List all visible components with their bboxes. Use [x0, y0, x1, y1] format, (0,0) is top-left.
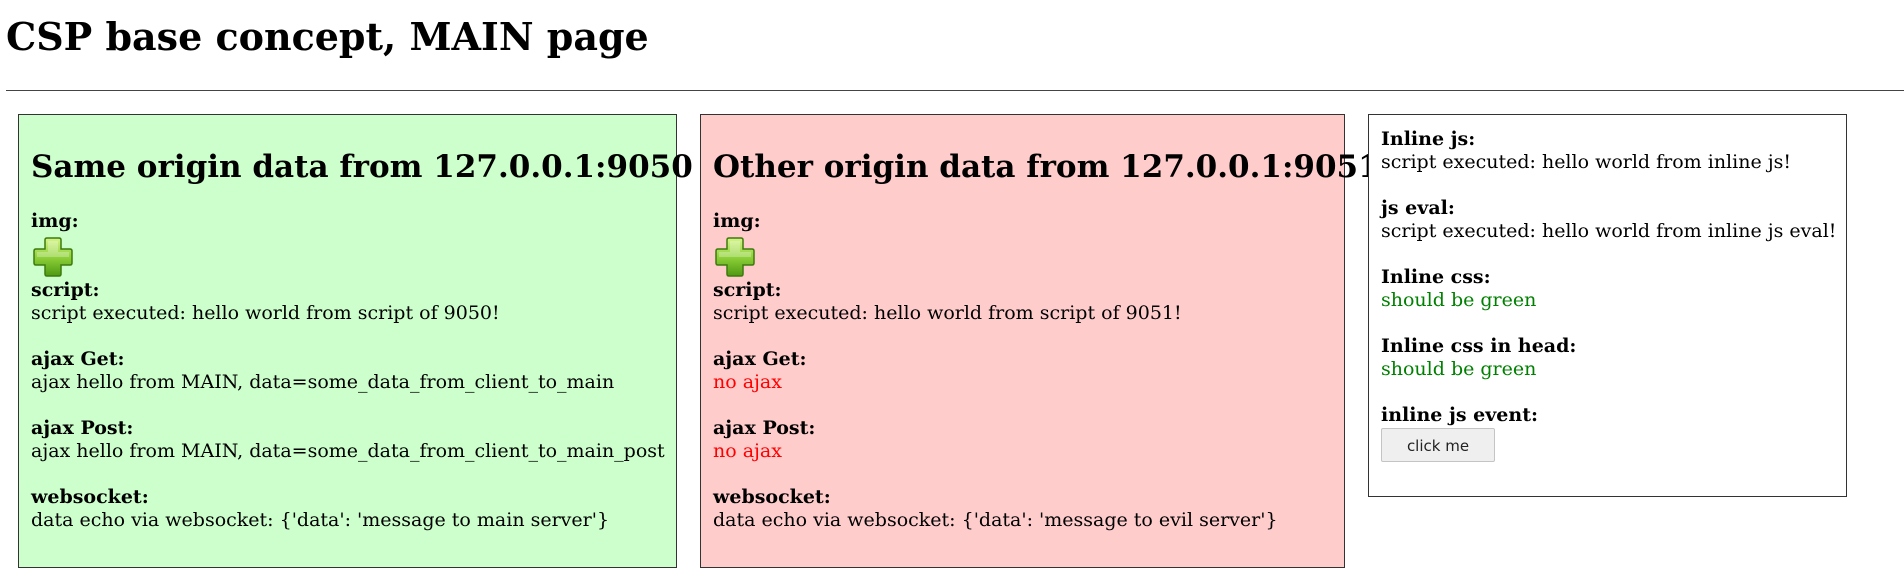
js-eval-label: js eval: — [1381, 197, 1455, 219]
inline-js-value: script executed: hello world from inline… — [1381, 151, 1792, 173]
inline-checks-panel: Inline js: script executed: hello world … — [1368, 114, 1847, 497]
websocket-value: data echo via websocket: {'data': 'messa… — [713, 509, 1278, 531]
js-eval-value: script executed: hello world from inline… — [1381, 220, 1837, 242]
green-plus-icon — [715, 237, 755, 277]
same-origin-panel: Same origin data from 127.0.0.1:9050 img… — [18, 114, 693, 568]
script-label: script: — [31, 279, 100, 301]
ajax-get-label: ajax Get: — [31, 348, 125, 370]
inline-css-value: should be green — [1381, 289, 1537, 311]
websocket-label: websocket: — [31, 486, 149, 508]
websocket-value: data echo via websocket: {'data': 'messa… — [31, 509, 610, 531]
same-origin-image — [31, 233, 75, 279]
inline-css-head-label: Inline css in head: — [1381, 335, 1577, 357]
click-me-button[interactable]: click me — [1381, 428, 1495, 462]
other-origin-heading: Other origin data from 127.0.0.1:9051 — [713, 149, 1380, 185]
same-origin-heading: Same origin data from 127.0.0.1:9050 — [31, 149, 693, 185]
img-label: img: — [31, 210, 79, 232]
inline-js-label: Inline js: — [1381, 128, 1476, 150]
inline-css-head-value: should be green — [1381, 358, 1537, 380]
same-origin-body: img: script: script executed: hello worl… — [31, 210, 672, 532]
ajax-post-label: ajax Post: — [31, 417, 134, 439]
ajax-get-value: no ajax — [713, 371, 782, 393]
page-title: CSP base concept, MAIN page — [6, 14, 649, 59]
other-origin-image — [713, 233, 757, 279]
ajax-post-value: no ajax — [713, 440, 782, 462]
other-origin-body: img: script: script executed: hello worl… — [713, 210, 1340, 532]
img-label: img: — [713, 210, 761, 232]
script-value: script executed: hello world from script… — [713, 302, 1182, 324]
ajax-post-label: ajax Post: — [713, 417, 816, 439]
script-label: script: — [713, 279, 782, 301]
other-origin-panel: Other origin data from 127.0.0.1:9051 im… — [700, 114, 1380, 568]
horizontal-rule — [6, 90, 1904, 91]
inline-checks-body: Inline js: script executed: hello world … — [1381, 128, 1842, 462]
websocket-label: websocket: — [713, 486, 831, 508]
ajax-get-value: ajax hello from MAIN, data=some_data_fro… — [31, 371, 615, 393]
inline-js-event-label: inline js event: — [1381, 404, 1538, 426]
ajax-post-value: ajax hello from MAIN, data=some_data_fro… — [31, 440, 665, 462]
inline-css-label: Inline css: — [1381, 266, 1491, 288]
ajax-get-label: ajax Get: — [713, 348, 807, 370]
script-value: script executed: hello world from script… — [31, 302, 500, 324]
green-plus-icon — [33, 237, 73, 277]
